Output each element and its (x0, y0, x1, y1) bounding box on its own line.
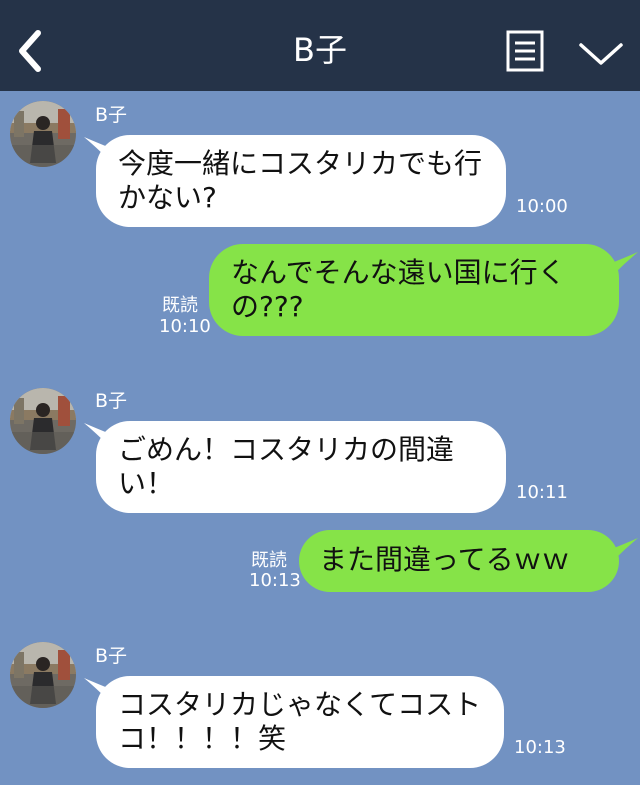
avatar[interactable] (10, 388, 76, 454)
message-time: 10:11 (516, 482, 568, 503)
sender-name: B子 (95, 104, 128, 126)
avatar[interactable] (10, 101, 76, 167)
avatar-photo (10, 642, 76, 708)
read-status: 既読 (162, 295, 198, 316)
message-text: 今度一緒にコスタリカでも行かない? (118, 147, 483, 214)
avatar-photo (10, 388, 76, 454)
chevron-down-icon[interactable] (578, 40, 624, 68)
message-text: ごめん！コスタリカの間違い！ (118, 433, 455, 500)
message-time: 10:00 (516, 196, 568, 217)
sender-name: B子 (95, 645, 128, 667)
sender-name: B子 (95, 390, 128, 412)
message-bubble[interactable]: 今度一緒にコスタリカでも行かない? (96, 135, 506, 227)
message-bubble[interactable]: また間違ってるｗｗ (299, 530, 619, 592)
bubble-tail (614, 538, 638, 560)
chat-header: B子 (0, 0, 640, 91)
message-text: コスタリカじゃなくてコストコ！！！！笑 (118, 688, 482, 755)
avatar-photo (10, 101, 76, 167)
bubble-tail (614, 252, 638, 274)
message-bubble[interactable]: なんでそんな遠い国に行くの??? (209, 244, 619, 336)
message-bubble[interactable]: コスタリカじゃなくてコストコ！！！！笑 (96, 676, 504, 768)
message-time: 10:10 (159, 316, 211, 337)
message-time: 10:13 (514, 737, 566, 758)
message-time: 10:13 (249, 570, 301, 591)
chat-title: B子 (293, 31, 347, 69)
message-text: また間違ってるｗｗ (319, 543, 570, 576)
menu-icon[interactable] (506, 30, 544, 72)
message-text: なんでそんな遠い国に行くの??? (231, 256, 566, 323)
avatar[interactable] (10, 642, 76, 708)
read-status: 既読 (251, 550, 287, 571)
message-bubble[interactable]: ごめん！コスタリカの間違い！ (96, 421, 506, 513)
